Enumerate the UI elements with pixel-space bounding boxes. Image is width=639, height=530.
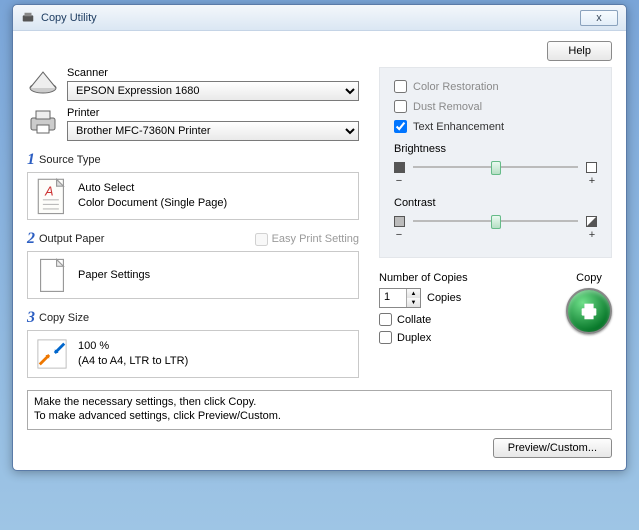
contrast-high-icon: [586, 216, 597, 227]
source-line2: Color Document (Single Page): [78, 196, 227, 211]
color-restoration-check[interactable]: Color Restoration: [394, 80, 597, 93]
scanner-label: Scanner: [67, 67, 359, 79]
close-button[interactable]: x: [580, 10, 618, 26]
dust-removal-check[interactable]: Dust Removal: [394, 100, 597, 113]
window-title: Copy Utility: [41, 12, 580, 24]
left-column: Scanner EPSON Expression 1680 Printer Br…: [27, 67, 359, 378]
output-paper-box[interactable]: Paper Settings: [27, 251, 359, 299]
source-line1: Auto Select: [78, 181, 227, 196]
brightness-slider[interactable]: [394, 159, 597, 175]
message-line1: Make the necessary settings, then click …: [34, 395, 605, 409]
easy-print-checkbox[interactable]: [255, 233, 268, 246]
copy-button[interactable]: [566, 288, 612, 334]
source-type-header: 1 Source Type: [27, 151, 359, 169]
source-type-box[interactable]: A Auto Select Color Document (Single Pag…: [27, 172, 359, 220]
scanner-icon: [27, 67, 59, 97]
preview-custom-button[interactable]: Preview/Custom...: [493, 438, 612, 458]
copies-up[interactable]: ▲: [407, 289, 420, 298]
copies-input[interactable]: 1 ▲ ▼: [379, 288, 421, 308]
printer-icon: [27, 107, 59, 137]
resize-icon: [36, 337, 68, 371]
brightness-label: Brightness: [394, 143, 597, 155]
copy-size-header: 3 Copy Size: [27, 309, 359, 327]
app-window: Copy Utility x Help Scanner EPSON Expres…: [12, 4, 627, 471]
document-icon: A: [36, 179, 68, 213]
enhancements-panel: Color Restoration Dust Removal Text Enha…: [379, 67, 612, 258]
copies-down[interactable]: ▼: [407, 298, 420, 307]
output-paper-header: 2 Output Paper Easy Print Setting: [27, 230, 359, 248]
copies-label: Number of Copies: [379, 272, 550, 284]
print-icon: [578, 300, 600, 322]
copies-unit: Copies: [427, 292, 461, 304]
output-line1: Paper Settings: [78, 268, 150, 283]
collate-check[interactable]: Collate: [379, 313, 550, 326]
svg-text:A: A: [44, 184, 53, 198]
copy-button-label: Copy: [566, 272, 612, 284]
copy-size-box[interactable]: 100 % (A4 to A4, LTR to LTR): [27, 330, 359, 378]
message-line2: To make advanced settings, click Preview…: [34, 409, 605, 423]
app-icon: [21, 11, 35, 25]
brightness-light-icon: [586, 162, 597, 173]
copy-line2: (A4 to A4, LTR to LTR): [78, 354, 188, 369]
printer-select[interactable]: Brother MFC-7360N Printer: [67, 121, 359, 141]
titlebar: Copy Utility x: [13, 5, 626, 31]
easy-print-setting[interactable]: Easy Print Setting: [255, 233, 359, 246]
right-column: Color Restoration Dust Removal Text Enha…: [379, 67, 612, 378]
printer-label: Printer: [67, 107, 359, 119]
brightness-dark-icon: [394, 162, 405, 173]
paper-icon: [36, 258, 68, 292]
scanner-select[interactable]: EPSON Expression 1680: [67, 81, 359, 101]
message-box: Make the necessary settings, then click …: [27, 390, 612, 430]
copy-line1: 100 %: [78, 339, 188, 354]
contrast-slider[interactable]: [394, 213, 597, 229]
help-button[interactable]: Help: [547, 41, 612, 61]
text-enhancement-check[interactable]: Text Enhancement: [394, 120, 597, 133]
contrast-low-icon: [394, 216, 405, 227]
contrast-label: Contrast: [394, 197, 597, 209]
duplex-check[interactable]: Duplex: [379, 331, 550, 344]
